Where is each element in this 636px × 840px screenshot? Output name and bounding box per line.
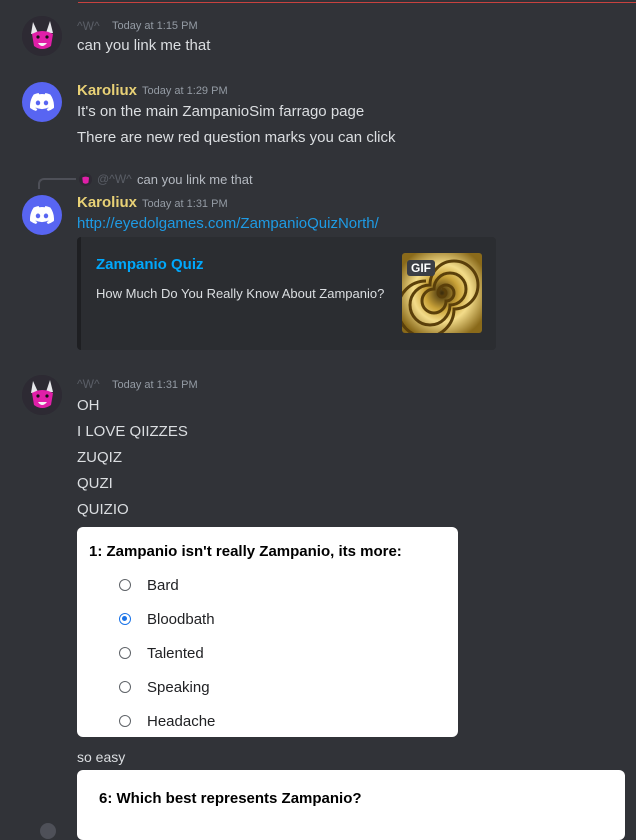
gif-badge: GIF	[407, 260, 435, 276]
message-author[interactable]: ^W^	[77, 19, 100, 33]
reply-author[interactable]: @^W^	[97, 172, 132, 186]
quiz-option: Talented	[119, 643, 204, 663]
quiz-option-label: Speaking	[147, 678, 210, 696]
message-text: so easy	[77, 749, 126, 765]
message-timestamp: Today at 1:29 PM	[142, 85, 228, 97]
discord-logo-icon[interactable]	[22, 195, 62, 235]
message-author[interactable]: Karoliux	[77, 194, 137, 211]
quiz-option: Headache	[119, 711, 215, 731]
message-author[interactable]: Karoliux	[77, 82, 137, 99]
quiz-option: Bloodbath	[119, 609, 215, 629]
embed-gif-thumbnail[interactable]: GIF	[402, 253, 482, 333]
link-embed: Zampanio Quiz How Much Do You Really Kno…	[77, 237, 496, 350]
message-text: ZUQIZ	[77, 449, 122, 466]
discord-logo-icon[interactable]	[22, 82, 62, 122]
radio-unselected-icon	[119, 715, 131, 727]
embed-description: How Much Do You Really Know About Zampan…	[96, 286, 385, 301]
message-text: can you link me that	[77, 37, 211, 54]
quiz-option: Bard	[119, 575, 179, 595]
embed-title[interactable]: Zampanio Quiz	[96, 256, 204, 273]
quiz-question: 1: Zampanio isn't really Zampanio, its m…	[89, 543, 402, 560]
quiz-screenshot-1[interactable]: 1: Zampanio isn't really Zampanio, its m…	[77, 527, 458, 737]
message-text: QUIZIO	[77, 501, 129, 518]
message-timestamp: Today at 1:31 PM	[112, 379, 198, 391]
user-avatar-icon[interactable]	[40, 823, 56, 839]
quiz-option-label: Bard	[147, 576, 179, 594]
radio-selected-icon	[119, 613, 131, 625]
reply-avatar-icon	[79, 173, 92, 186]
quiz-option-label: Bloodbath	[147, 610, 215, 628]
reply-connector	[38, 178, 76, 189]
radio-unselected-icon	[119, 579, 131, 591]
message-timestamp: Today at 1:31 PM	[142, 198, 228, 210]
message-text: QUZI	[77, 475, 113, 492]
message-timestamp: Today at 1:15 PM	[112, 20, 198, 32]
fox-avatar-icon[interactable]	[22, 375, 62, 415]
quiz-option-label: Headache	[147, 712, 216, 730]
message-text: I LOVE QIIZZES	[77, 423, 188, 440]
new-messages-divider	[78, 2, 636, 3]
message-author[interactable]: ^W^	[77, 377, 100, 391]
message-text: OH	[77, 397, 100, 414]
quiz-option: Speaking	[119, 677, 210, 697]
quiz-question: 6: Which best represents Zampanio?	[99, 790, 362, 807]
quiz-screenshot-2[interactable]: 6: Which best represents Zampanio?	[77, 770, 625, 840]
message-text: It's on the main ZampanioSim farrago pag…	[77, 103, 365, 120]
message-text: There are new red question marks you can…	[77, 129, 396, 146]
radio-unselected-icon	[119, 681, 131, 693]
message-link[interactable]: http://eyedolgames.com/ZampanioQuizNorth…	[77, 215, 379, 232]
quiz-option-label: Talented	[147, 644, 204, 662]
fox-avatar-icon[interactable]	[22, 16, 62, 56]
reply-preview[interactable]: can you link me that	[137, 172, 253, 187]
radio-unselected-icon	[119, 647, 131, 659]
